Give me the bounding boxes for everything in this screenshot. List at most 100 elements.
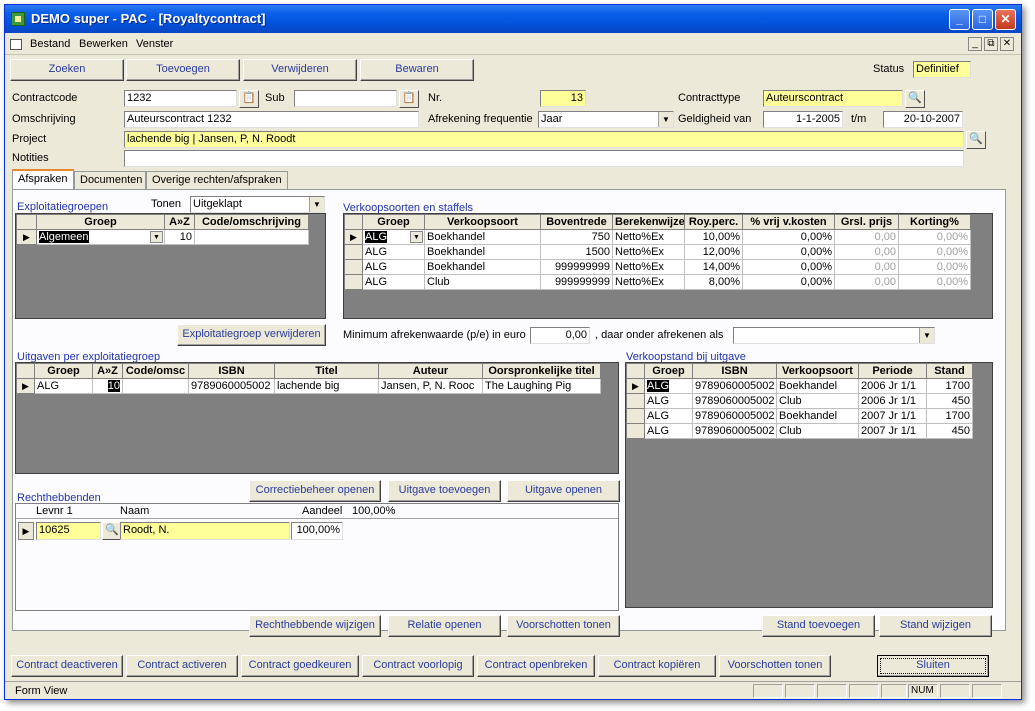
chevron-down-icon[interactable]: ▼ — [410, 231, 423, 243]
nr-field[interactable]: 13 — [540, 90, 586, 107]
omschrijving-field[interactable]: Auteurscontract 1232 — [124, 111, 419, 128]
row-selector[interactable] — [344, 259, 363, 275]
table-cell[interactable]: 0,00 — [834, 244, 899, 260]
table-cell[interactable]: 1700 — [926, 408, 973, 424]
row-selector-icon[interactable]: ▶ — [18, 522, 34, 540]
table-cell[interactable]: 0,00 — [834, 259, 899, 275]
table-cell[interactable]: 750 — [540, 229, 613, 245]
bewaren-button[interactable]: Bewaren — [360, 59, 474, 81]
form-menu-icon[interactable] — [10, 39, 22, 50]
table-cell[interactable]: 999999999 — [540, 259, 613, 275]
zoeken-button[interactable]: Zoeken — [10, 59, 124, 81]
table-row[interactable]: ▶ ALG ▼ Boekhandel 750 Netto%Ex 10,00% 0,00% 0,0… — [344, 229, 971, 245]
close-button[interactable]: ✕ — [995, 9, 1016, 30]
verwijderen-button[interactable]: Verwijderen — [243, 59, 357, 81]
table-cell[interactable]: 450 — [926, 393, 973, 409]
table-cell[interactable]: 0,00% — [742, 244, 835, 260]
relatie-openen-button[interactable]: Relatie openen — [388, 615, 501, 637]
col-header[interactable]: Verkoopsoort — [424, 214, 541, 230]
table-cell[interactable]: ALG — [644, 408, 693, 424]
table-row[interactable]: ▶ ALG 9789060005002 Boekhandel 2006 Jr 1/1 17… — [626, 378, 973, 394]
table-cell[interactable]: 1700 — [926, 378, 973, 394]
row-selector-icon[interactable]: ▶ — [16, 378, 35, 394]
row-selector[interactable] — [626, 408, 645, 424]
search-icon[interactable]: 🔍 — [966, 131, 986, 149]
table-cell[interactable]: Boekhandel — [424, 229, 541, 245]
table-cell[interactable]: 0,00% — [898, 274, 971, 290]
sub-field[interactable] — [294, 90, 397, 107]
col-header[interactable]: A»Z — [164, 214, 195, 230]
table-cell[interactable]: ALG — [362, 244, 425, 260]
table-cell[interactable]: ALG — [644, 378, 693, 394]
table-cell[interactable]: Boekhandel — [776, 378, 859, 394]
col-header[interactable]: Auteur — [378, 363, 483, 379]
table-row[interactable]: ▶ ALG 10 9789060005002 lachende big Jansen, P… — [16, 378, 601, 394]
exploitatiegroep-verwijderen-button[interactable]: Exploitatiegroep verwijderen — [177, 324, 326, 346]
aandeel-field[interactable]: 100,00% — [291, 522, 343, 540]
row-selector-icon[interactable]: ▶ — [626, 378, 645, 394]
tonen-select[interactable]: Uitgeklapt ▼ — [190, 196, 325, 213]
table-cell[interactable]: Boekhandel — [776, 408, 859, 424]
col-header[interactable]: Titel — [274, 363, 379, 379]
menu-bewerken[interactable]: Bewerken — [79, 38, 128, 50]
table-cell[interactable]: 2006 Jr 1/1 — [858, 378, 927, 394]
table-cell[interactable]: 10 — [164, 229, 195, 245]
min-afrekenwaarde-field[interactable]: 0,00 — [530, 327, 590, 344]
row-selector-icon[interactable]: ▶ — [16, 229, 37, 245]
contract-kopieren-button[interactable]: Contract kopiëren — [598, 655, 716, 677]
project-field[interactable]: lachende big | Jansen, P, N. Roodt — [124, 131, 964, 148]
contract-activeren-button[interactable]: Contract activeren — [126, 655, 238, 677]
chevron-down-icon[interactable]: ▼ — [919, 328, 934, 343]
table-cell[interactable]: Boekhandel — [424, 244, 541, 260]
tab-afspraken[interactable]: Afspraken — [12, 169, 74, 191]
menu-bestand[interactable]: Bestand — [30, 38, 70, 50]
table-cell[interactable]: 0,00% — [742, 274, 835, 290]
table-cell[interactable]: 2007 Jr 1/1 — [858, 408, 927, 424]
table-cell[interactable]: ALG — [644, 393, 693, 409]
table-cell[interactable]: 2006 Jr 1/1 — [858, 393, 927, 409]
row-selector[interactable] — [344, 274, 363, 290]
table-cell[interactable]: 0,00% — [742, 259, 835, 275]
col-header[interactable]: Groep — [362, 214, 425, 230]
title-bar[interactable]: DEMO super - PAC - [Royaltycontract] _ □… — [5, 5, 1021, 33]
table-cell[interactable]: Club — [424, 274, 541, 290]
table-cell[interactable]: ALG — [644, 423, 693, 439]
table-cell[interactable]: 12,00% — [684, 244, 743, 260]
chevron-down-icon[interactable]: ▼ — [658, 112, 673, 127]
table-cell[interactable]: Jansen, P, N. Rooc — [378, 378, 483, 394]
mdi-close-button[interactable]: ✕ — [1000, 37, 1014, 51]
table-cell[interactable]: 10 — [92, 378, 123, 394]
table-cell[interactable]: 9789060005002 — [692, 423, 777, 439]
table-cell[interactable]: 9789060005002 — [692, 393, 777, 409]
maximize-button[interactable]: □ — [972, 9, 993, 30]
rechthebbende-wijzigen-button[interactable]: Rechthebbende wijzigen — [249, 615, 381, 637]
table-cell[interactable]: Club — [776, 423, 859, 439]
contract-goedkeuren-button[interactable]: Contract goedkeuren — [241, 655, 359, 677]
col-header[interactable]: Berekenwijze — [612, 214, 685, 230]
uitgave-toevoegen-button[interactable]: Uitgave toevoegen — [388, 480, 501, 502]
clipboard-icon[interactable]: 📋 — [399, 90, 419, 108]
table-cell[interactable]: Club — [776, 393, 859, 409]
daar-onder-select[interactable]: ▼ — [733, 327, 935, 344]
col-header[interactable]: Korting% — [898, 214, 971, 230]
naam-field[interactable]: Roodt, N. — [120, 522, 290, 540]
afrekening-select[interactable]: Jaar ▼ — [538, 111, 674, 128]
row-selector-icon[interactable]: ▶ — [344, 229, 363, 245]
menu-venster[interactable]: Venster — [136, 38, 173, 50]
table-row[interactable]: ALG Boekhandel 999999999 Netto%Ex 14,00% 0,00… — [344, 259, 971, 275]
table-cell[interactable]: 1500 — [540, 244, 613, 260]
table-cell[interactable]: 0,00 — [834, 229, 899, 245]
col-header[interactable]: Grsl. prijs — [834, 214, 899, 230]
levnr-field[interactable]: 10625 — [36, 522, 101, 540]
toevoegen-button[interactable]: Toevoegen — [126, 59, 240, 81]
contract-deactiveren-button[interactable]: Contract deactiveren — [11, 655, 123, 677]
table-cell[interactable]: 9789060005002 — [188, 378, 275, 394]
table-cell[interactable]: 2007 Jr 1/1 — [858, 423, 927, 439]
tab-overige-rechten[interactable]: Overige rechten/afspraken — [146, 171, 288, 190]
table-cell[interactable] — [122, 378, 189, 394]
table-cell[interactable]: 450 — [926, 423, 973, 439]
contract-openbreken-button[interactable]: Contract openbreken — [477, 655, 595, 677]
table-cell[interactable]: 0,00% — [898, 244, 971, 260]
col-header[interactable]: Boventrede — [540, 214, 613, 230]
contractcode-field[interactable]: 1232 — [124, 90, 237, 107]
